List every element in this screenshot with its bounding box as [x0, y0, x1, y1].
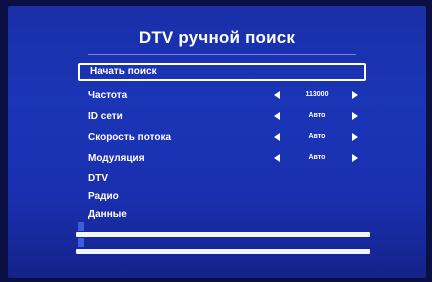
radio-item: Радио	[76, 187, 366, 205]
modulation-label: Модуляция	[88, 153, 145, 164]
modulation-row[interactable]: Модуляция Авто	[76, 149, 366, 167]
network-id-label: ID сети	[88, 111, 123, 122]
frequency-row[interactable]: Частота 113000	[76, 86, 366, 104]
signal-quality-label	[78, 238, 84, 247]
signal-quality-bar	[76, 249, 370, 254]
frequency-value: 113000	[305, 91, 329, 98]
start-search-label: Начать поиск	[90, 66, 157, 77]
page-title: DTV ручной поиск	[138, 28, 296, 47]
data-item: Данные	[76, 205, 366, 223]
arrow-left-icon[interactable]	[274, 91, 280, 99]
arrow-right-icon[interactable]	[352, 154, 358, 162]
radio-label: Радио	[88, 191, 119, 202]
arrow-left-icon[interactable]	[274, 133, 280, 141]
arrow-right-icon[interactable]	[352, 112, 358, 120]
symbol-rate-value: Авто	[308, 133, 326, 140]
dtv-label: DTV	[88, 173, 108, 184]
start-search-button[interactable]: Начать поиск	[78, 63, 366, 81]
data-label: Данные	[88, 209, 127, 220]
network-id-row[interactable]: ID сети Авто	[76, 107, 366, 125]
arrow-left-icon[interactable]	[274, 154, 280, 162]
frequency-label: Частота	[88, 90, 128, 101]
arrow-right-icon[interactable]	[352, 133, 358, 141]
symbol-rate-row[interactable]: Скорость потока Авто	[76, 128, 366, 146]
signal-strength-label	[78, 222, 84, 231]
signal-strength-bar	[76, 232, 370, 237]
title-divider	[88, 54, 356, 55]
tv-screen: DTV ручной поиск Начать поиск Частота 11…	[8, 6, 426, 278]
symbol-rate-label: Скорость потока	[88, 132, 172, 143]
arrow-left-icon[interactable]	[274, 112, 280, 120]
network-id-value: Авто	[308, 112, 326, 119]
dtv-item: DTV	[76, 169, 366, 187]
arrow-right-icon[interactable]	[352, 91, 358, 99]
modulation-value: Авто	[308, 154, 326, 161]
